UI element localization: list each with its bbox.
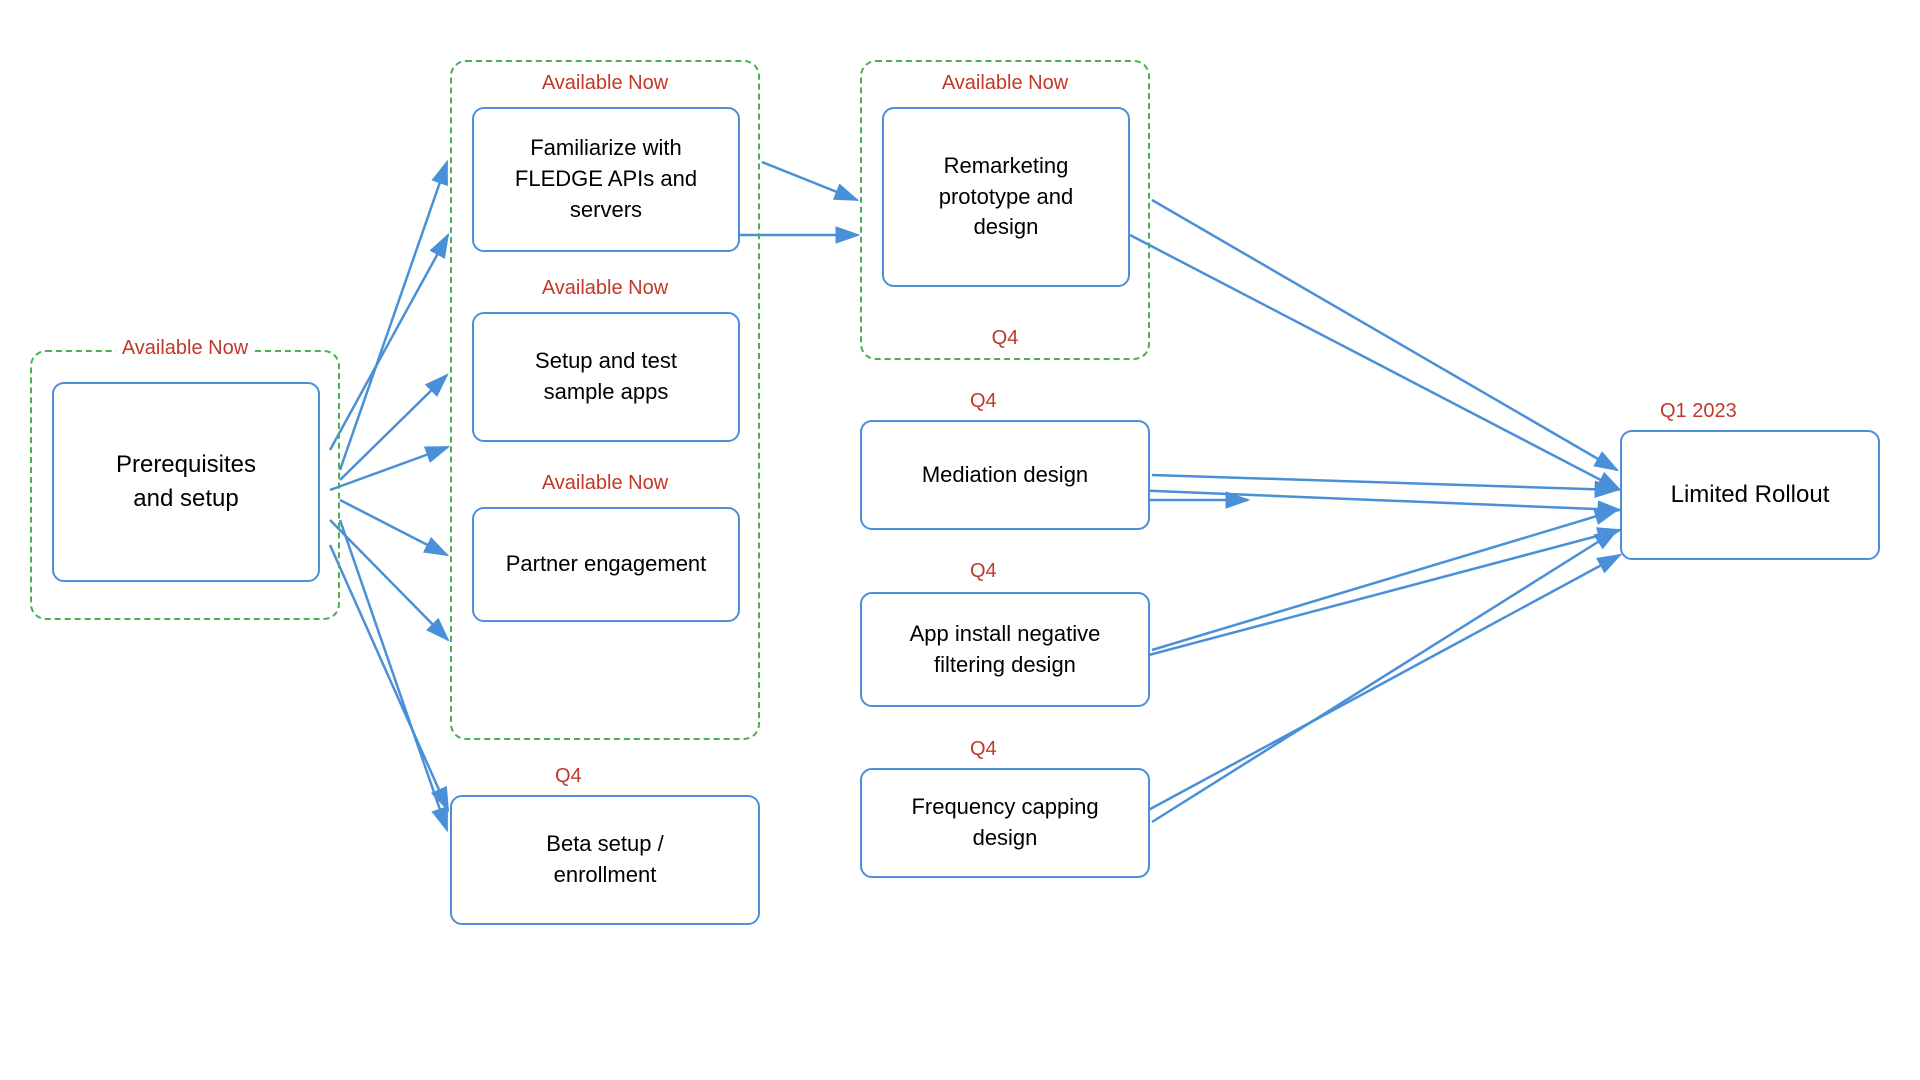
app-install-q4-label: Q4 xyxy=(970,560,997,583)
app-install-node: App install negative filtering design xyxy=(860,592,1150,707)
remarketing-node: Remarketing prototype and design xyxy=(882,107,1130,287)
middle-group-container: Available Now Familiarize with FLEDGE AP… xyxy=(450,60,760,740)
mediation-node: Mediation design xyxy=(860,420,1150,530)
beta-status-label: Q4 xyxy=(555,765,582,788)
mediation-q4-label: Q4 xyxy=(970,390,997,413)
partner-status-label: Available Now xyxy=(542,472,668,495)
prerequisites-status-label: Available Now xyxy=(116,337,254,360)
remarketing-status-label: Available Now xyxy=(942,72,1068,95)
familiarize-node: Familiarize with FLEDGE APIs and servers xyxy=(472,107,740,252)
prerequisites-container: Available Now Prerequisites and setup xyxy=(30,350,340,620)
remarketing-container: Available Now Remarketing prototype and … xyxy=(860,60,1150,360)
frequency-q4-label: Q4 xyxy=(970,738,997,761)
prerequisites-node: Prerequisites and setup xyxy=(52,382,320,582)
frequency-node: Frequency capping design xyxy=(860,768,1150,878)
setup-test-node: Setup and test sample apps xyxy=(472,312,740,442)
remarketing-q4-label: Q4 xyxy=(992,327,1019,350)
partner-node: Partner engagement xyxy=(472,507,740,622)
limited-rollout-node: Limited Rollout xyxy=(1620,430,1880,560)
limited-rollout-q1-label: Q1 2023 xyxy=(1660,400,1737,423)
setup-status-label: Available Now xyxy=(542,277,668,300)
beta-node: Beta setup / enrollment xyxy=(450,795,760,925)
familiarize-status-label: Available Now xyxy=(542,72,668,95)
